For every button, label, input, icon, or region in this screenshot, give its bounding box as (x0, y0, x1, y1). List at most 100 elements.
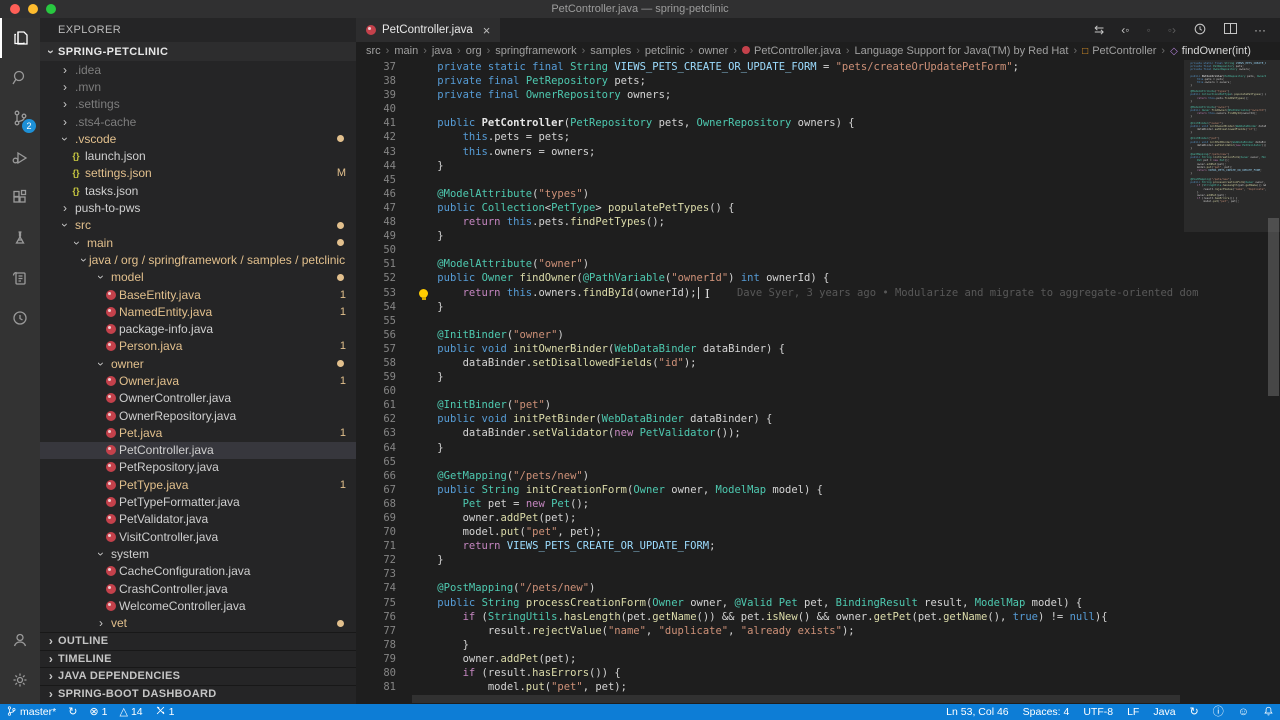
tree-item-ownercontroller-java[interactable]: OwnerController.java (40, 390, 356, 407)
tree-item--idea[interactable]: ›.idea (40, 61, 356, 78)
code-line-61: 61 @InitBinder("pet") (356, 398, 1280, 412)
close-window-icon[interactable] (10, 4, 20, 14)
split-editor-icon[interactable] (1224, 23, 1237, 37)
tree-item-petrepository-java[interactable]: PetRepository.java (40, 459, 356, 476)
tree-item--mvn[interactable]: ›.mvn (40, 78, 356, 95)
extensions-icon[interactable] (0, 178, 40, 218)
tree-item-package-info-java[interactable]: package-info.java (40, 320, 356, 337)
indentation[interactable]: Spaces: 4 (1023, 706, 1070, 718)
tree-item-owner[interactable]: ›owner (40, 355, 356, 372)
eol[interactable]: LF (1127, 706, 1139, 718)
tree-item-pettype-java[interactable]: PetType.java1 (40, 476, 356, 493)
tree-item-crashcontroller-java[interactable]: CrashController.java (40, 580, 356, 597)
vertical-scrollbar[interactable] (1268, 218, 1279, 396)
tree-item-vet[interactable]: ›vet (40, 615, 356, 632)
workspace-section-header[interactable]: › SPRING-PETCLINIC (40, 42, 356, 61)
source-control-icon[interactable]: 2 (0, 98, 40, 138)
problems-errors[interactable]: ⊗1 (89, 706, 107, 718)
problems-warnings[interactable]: △14 (119, 706, 142, 718)
tree-item-launch-json[interactable]: {}launch.json (40, 147, 356, 164)
lightbulb-icon[interactable] (418, 289, 429, 300)
maximize-window-icon[interactable] (46, 4, 56, 14)
horizontal-scrollbar[interactable] (412, 695, 1180, 703)
compare-changes-icon[interactable]: ⇆ (1094, 23, 1104, 37)
language-mode[interactable]: Java (1153, 706, 1175, 718)
tree-item-baseentity-java[interactable]: BaseEntity.java1 (40, 286, 356, 303)
breadcrumb-item[interactable]: java (432, 45, 452, 57)
tree-item-ownerrepository-java[interactable]: OwnerRepository.java (40, 407, 356, 424)
tree-item--vscode[interactable]: ›.vscode (40, 130, 356, 147)
code-area[interactable]: 37 private static final String VIEWS_PET… (356, 60, 1280, 704)
breadcrumb-item[interactable]: owner (698, 45, 728, 57)
discard-change-icon[interactable]: ◦ (1146, 23, 1150, 37)
breadcrumb-item[interactable]: springframework (495, 45, 576, 57)
sidebar-panel-java-dependencies[interactable]: ›JAVA DEPENDENCIES (40, 667, 356, 685)
tree-item-main[interactable]: ›main (40, 234, 356, 251)
breadcrumb-item[interactable]: org (466, 45, 482, 57)
tree-item-java-org-springframework-samples-petclinic[interactable]: ›java / org / springframework / samples … (40, 251, 356, 268)
notifications-bell[interactable] (1263, 705, 1274, 720)
tree-item--settings[interactable]: ›.settings (40, 96, 356, 113)
tree-item-visitcontroller-java[interactable]: VisitController.java (40, 528, 356, 545)
tree-item-owner-java[interactable]: Owner.java1 (40, 372, 356, 389)
minimap[interactable]: private static final String VIEWS_PETS_C… (1184, 62, 1266, 203)
tree-item-pet-java[interactable]: Pet.java1 (40, 424, 356, 441)
run-debug-icon[interactable] (0, 138, 40, 178)
tree-item-petvalidator-java[interactable]: PetValidator.java (40, 511, 356, 528)
tree-item-push-to-pws[interactable]: ›push-to-pws (40, 199, 356, 216)
line-number: 37 (356, 60, 396, 74)
sidebar-panel-timeline[interactable]: ›TIMELINE (40, 650, 356, 668)
explorer-icon[interactable] (0, 18, 40, 58)
more-actions-icon[interactable]: ··· (1254, 23, 1266, 37)
encoding[interactable]: UTF-8 (1083, 706, 1113, 718)
spring-dashboard-icon[interactable] (0, 258, 40, 298)
explorer-sidebar: EXPLORER › SPRING-PETCLINIC ›.idea›.mvn›… (40, 18, 356, 704)
file-history-icon[interactable] (1193, 22, 1207, 39)
tree-item-src[interactable]: ›src (40, 217, 356, 234)
tree-item-welcomecontroller-java[interactable]: WelcomeController.java (40, 597, 356, 614)
line-number: 81 (356, 680, 396, 694)
java-file-icon (106, 462, 116, 472)
testing-flask-icon[interactable] (0, 218, 40, 258)
close-tab-icon[interactable]: × (483, 23, 491, 38)
sidebar-panel-spring-boot-dashboard[interactable]: ›SPRING-BOOT DASHBOARD (40, 685, 356, 703)
tree-item-label: PetTypeFormatter.java (119, 495, 240, 509)
breadcrumb-item[interactable]: Language Support for Java(TM) by Red Hat (854, 45, 1068, 57)
tree-item--sts4-cache[interactable]: ›.sts4-cache (40, 113, 356, 130)
breadcrumb-item[interactable]: src (366, 45, 381, 57)
settings-gear-icon[interactable] (0, 660, 40, 700)
previous-change-icon[interactable]: ‹◦ (1121, 23, 1129, 37)
clock-icon[interactable] (0, 298, 40, 338)
java-status[interactable]: ⓘ (1213, 707, 1224, 718)
search-icon[interactable] (0, 58, 40, 98)
tree-item-model[interactable]: ›model (40, 269, 356, 286)
tab-petcontroller[interactable]: PetController.java × (356, 18, 500, 42)
tree-item-cacheconfiguration-java[interactable]: CacheConfiguration.java (40, 563, 356, 580)
breadcrumb-item[interactable]: PetController.java (742, 45, 841, 57)
next-change-icon[interactable]: ◦› (1168, 23, 1176, 37)
sidebar-panel-outline[interactable]: ›OUTLINE (40, 632, 356, 650)
tasks-status[interactable]: 1 (155, 705, 175, 719)
tree-item-pettypeformatter-java[interactable]: PetTypeFormatter.java (40, 493, 356, 510)
tree-item-system[interactable]: ›system (40, 545, 356, 562)
tree-item-person-java[interactable]: Person.java1 (40, 338, 356, 355)
problem-count-badge: 1 (340, 340, 346, 352)
breadcrumb-item[interactable]: main (394, 45, 418, 57)
feedback[interactable]: ☺ (1238, 707, 1249, 718)
language-server-sync[interactable]: ↻ (1190, 707, 1199, 718)
breadcrumb-item[interactable]: petclinic (645, 45, 685, 57)
breadcrumb-item[interactable]: □PetController (1082, 45, 1156, 57)
breadcrumb-item[interactable]: ◇findOwner(int) (1170, 45, 1251, 57)
breadcrumb-label: org (466, 45, 482, 57)
git-branch-status[interactable]: master* (6, 705, 56, 720)
cursor-position[interactable]: Ln 53, Col 46 (946, 706, 1008, 718)
tree-item-settings-json[interactable]: {}settings.jsonM (40, 165, 356, 182)
tree-item-namedentity-java[interactable]: NamedEntity.java1 (40, 303, 356, 320)
account-icon[interactable] (0, 620, 40, 660)
breadcrumb-separator: › (457, 45, 461, 57)
sync-status[interactable]: ↻ (68, 707, 77, 718)
breadcrumb-item[interactable]: samples (590, 45, 631, 57)
tree-item-tasks-json[interactable]: {}tasks.json (40, 182, 356, 199)
tree-item-petcontroller-java[interactable]: PetController.java (40, 442, 356, 459)
minimize-window-icon[interactable] (28, 4, 38, 14)
